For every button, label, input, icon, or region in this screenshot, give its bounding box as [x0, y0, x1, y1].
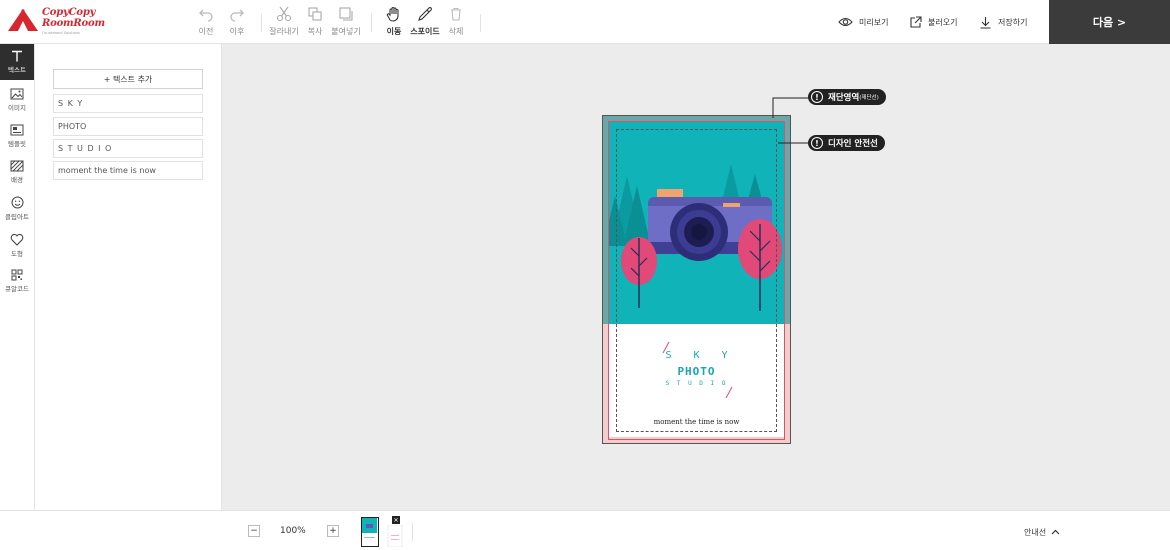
toolbar-divider	[480, 14, 481, 32]
paste-button[interactable]: 붙여넣기	[326, 6, 366, 40]
sidebar-item-template[interactable]: 템플릿	[0, 118, 34, 154]
sidebar-item-shape[interactable]: 도형	[0, 227, 34, 263]
sidebar-item-label: 도형	[11, 250, 23, 258]
paste-label: 붙여넣기	[331, 27, 361, 36]
paste-icon	[339, 7, 353, 21]
add-text-button[interactable]: + 텍스트 추가	[53, 69, 203, 89]
load-label: 불러오기	[928, 17, 958, 27]
heart-icon	[10, 233, 24, 246]
preview-label: 미리보기	[859, 17, 889, 27]
safe-callout-label: 디자인 안전선	[828, 139, 878, 149]
logo-tent-icon	[8, 9, 38, 31]
guide-label: 안내선	[1024, 528, 1047, 537]
sidebar-item-label: 클립아트	[5, 213, 29, 221]
sidebar-item-background[interactable]: 배경	[0, 154, 34, 190]
background-icon	[10, 160, 24, 172]
redo-label: 이후	[229, 27, 245, 36]
bottom-bar: − 100% + ✕ 안내선	[0, 510, 1170, 550]
sidebar-item-image[interactable]: 이미지	[0, 82, 34, 118]
page-thumbnail-back[interactable]: ✕	[386, 516, 404, 547]
chevron-up-icon	[1051, 529, 1060, 535]
next-label: 다음 >	[1092, 16, 1127, 29]
design-text-sky[interactable]: S K Y	[603, 350, 790, 361]
close-icon[interactable]: ✕	[392, 516, 400, 524]
design-image-area[interactable]	[603, 116, 790, 324]
brand-logo[interactable]: CopyCopy RoomRoom On-demand Solutions	[6, 5, 106, 39]
copy-icon	[308, 7, 322, 21]
zoom-level: 100%	[280, 526, 306, 536]
safe-line-callout: ! 디자인 안전선	[808, 135, 885, 151]
trash-icon	[451, 7, 461, 21]
hand-icon	[386, 6, 399, 22]
text-panel: + 텍스트 추가 S K Y PHOTO S T U D I O moment …	[35, 44, 222, 510]
redo-button[interactable]: 이후	[217, 6, 257, 40]
page-thumbnail-front[interactable]	[361, 517, 379, 547]
save-button[interactable]: 저장하기	[979, 14, 1027, 30]
sidebar-item-label: 텍스트	[8, 66, 26, 74]
eye-icon	[838, 17, 853, 27]
text-icon	[12, 50, 22, 62]
sidebar-item-label: 이미지	[8, 104, 26, 112]
sidebar-item-label: 큐알코드	[5, 285, 29, 293]
text-layer-item[interactable]: PHOTO	[53, 117, 203, 136]
eyedropper-icon	[418, 7, 432, 21]
load-button[interactable]: 불러오기	[909, 14, 957, 30]
thumbnail-blank	[387, 525, 403, 547]
guide-toggle[interactable]: 안내선	[1024, 527, 1060, 538]
sidebar-item-label: 템플릿	[8, 140, 26, 148]
design-text-studio[interactable]: S T U D I O	[603, 380, 790, 387]
scissors-icon	[276, 6, 292, 22]
save-label: 저장하기	[998, 17, 1028, 27]
delete-button[interactable]: 삭제	[436, 6, 476, 40]
exclamation-icon: !	[811, 137, 823, 149]
bottom-divider	[412, 523, 413, 541]
exclamation-icon: !	[811, 91, 823, 103]
delete-label: 삭제	[448, 27, 464, 36]
redo-icon	[230, 9, 244, 22]
sidebar-item-label: 배경	[11, 176, 23, 184]
design-card[interactable]: S K Y PHOTO S T U D I O moment the time …	[602, 115, 791, 444]
logo-tagline: On-demand Solutions	[42, 31, 80, 35]
preview-button[interactable]: 미리보기	[838, 14, 888, 30]
next-button[interactable]: 다음 >	[1049, 0, 1170, 44]
text-layer-item[interactable]: S K Y	[53, 94, 203, 113]
zoom-in-button[interactable]: +	[327, 525, 339, 537]
left-icon-bar: 텍스트 이미지 템플릿 배경 클립아트 도형 큐알코드	[0, 44, 35, 510]
qr-code-icon	[11, 269, 23, 281]
text-layer-item[interactable]: S T U D I O	[53, 139, 203, 158]
smiley-icon	[11, 196, 23, 209]
top-toolbar: CopyCopy RoomRoom On-demand Solutions 이전…	[0, 0, 1170, 44]
toolbar-divider	[371, 14, 372, 32]
toolbar-divider	[261, 14, 262, 32]
zoom-out-button[interactable]: −	[248, 525, 260, 537]
bleed-area-callout: ! 재단영역 (재단선)	[808, 89, 886, 105]
design-text-moment[interactable]: moment the time is now	[603, 418, 790, 426]
logo-line2: RoomRoom	[42, 18, 105, 29]
logo-line1: CopyCopy	[42, 7, 96, 18]
sidebar-item-clipart[interactable]: 클립아트	[0, 190, 34, 226]
sidebar-item-qr-code[interactable]: 큐알코드	[0, 263, 34, 299]
download-icon	[980, 16, 991, 29]
template-icon	[10, 124, 24, 136]
bleed-area-top	[603, 116, 790, 324]
design-text-photo[interactable]: PHOTO	[603, 365, 790, 378]
sidebar-item-text[interactable]: 텍스트	[0, 44, 34, 80]
text-layer-item[interactable]: moment the time is now	[53, 161, 203, 180]
bleed-callout-small: (재단선)	[859, 95, 879, 101]
external-link-icon	[910, 15, 922, 28]
thumbnail-image	[362, 518, 377, 538]
undo-icon	[199, 9, 213, 22]
bleed-callout-label: 재단영역	[828, 93, 860, 103]
image-icon	[10, 88, 24, 100]
